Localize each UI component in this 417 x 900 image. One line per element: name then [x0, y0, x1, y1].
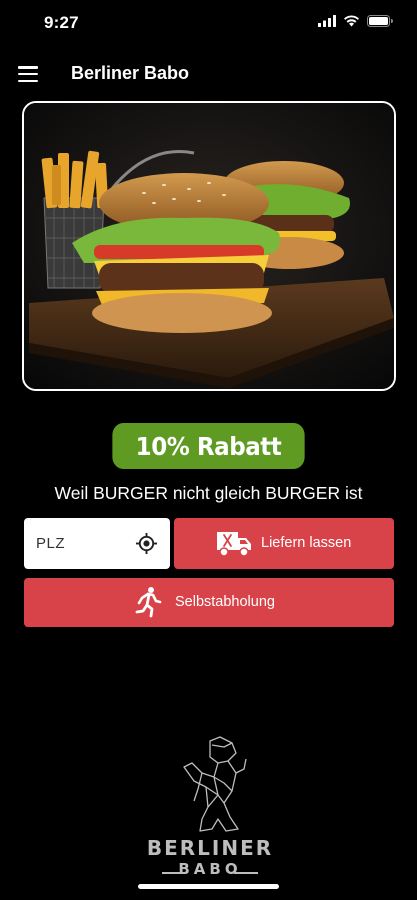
wifi-icon	[344, 15, 359, 27]
bear-logo	[183, 736, 247, 832]
brand-word-primary: BERLINER	[146, 836, 274, 860]
brand-logo: BERLINER BABO	[140, 733, 280, 883]
brand-word-secondary: BABO	[178, 860, 242, 878]
promo-badge: 10% Rabatt	[112, 423, 305, 469]
tagline: Weil BURGER nicht gleich BURGER ist	[54, 483, 363, 503]
home-indicator[interactable]	[138, 884, 279, 889]
menu-icon[interactable]	[18, 66, 38, 82]
deliver-button-label: Liefern lassen	[261, 535, 352, 551]
running-person-icon	[135, 587, 162, 618]
brand-divider-right	[234, 872, 258, 874]
delivery-van-icon	[217, 532, 251, 557]
status-bar: 9:27	[0, 0, 417, 46]
plz-input[interactable]	[24, 518, 134, 569]
app-title: Berliner Babo	[71, 63, 190, 83]
pickup-button-label: Selbstabholung	[175, 594, 275, 610]
deliver-button[interactable]: Liefern lassen	[174, 518, 394, 569]
locate-icon[interactable]	[135, 532, 158, 555]
plz-field	[24, 518, 170, 569]
hero-burger-image	[22, 101, 396, 391]
status-icons	[318, 15, 393, 27]
pickup-button[interactable]: Selbstabholung	[24, 578, 394, 627]
battery-icon	[367, 15, 393, 27]
app-bar: Berliner Babo	[0, 56, 417, 92]
status-time: 9:27	[44, 13, 79, 32]
signal-icon	[318, 15, 336, 27]
